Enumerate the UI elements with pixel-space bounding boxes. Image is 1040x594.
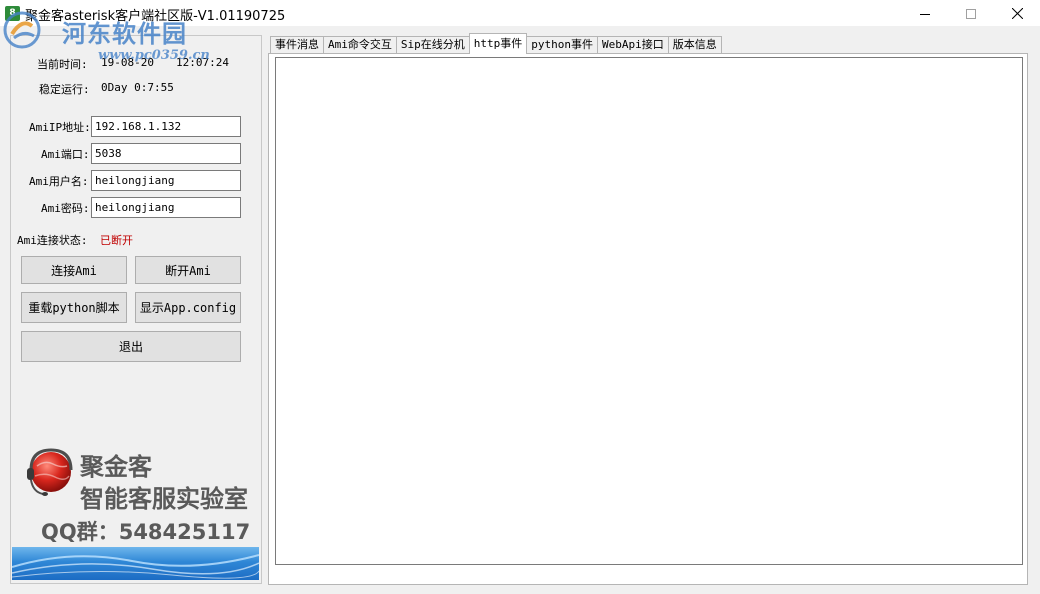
banner-wave-graphic [12,554,259,579]
disconnect-ami-button[interactable]: 断开Ami [135,256,241,284]
ami-ip-label: AmiIP地址: [29,121,91,134]
show-config-button[interactable]: 显示App.config [135,292,241,323]
current-time-value: 12:07:24 [176,56,229,69]
client-area: 当前时间: 19-08-20 12:07:24 稳定运行: 0Day 0:7:5… [0,27,1040,594]
globe-headset-icon [27,448,73,496]
exit-button[interactable]: 退出 [21,331,241,362]
ami-username-label: Ami用户名: [29,175,89,188]
maximize-icon [966,8,976,19]
minimize-button[interactable] [902,0,948,27]
tab-bar: 事件消息 Ami命令交互 Sip在线分机 http事件 python事件 Web… [270,33,722,54]
ami-username-input[interactable]: heilongjiang [91,170,241,191]
current-time-label: 当前时间: [37,58,88,71]
tab-ami-command[interactable]: Ami命令交互 [323,36,397,54]
connection-panel: 当前时间: 19-08-20 12:07:24 稳定运行: 0Day 0:7:5… [10,35,262,584]
connect-ami-button[interactable]: 连接Ami [21,256,127,284]
ami-password-input[interactable]: heilongjiang [91,197,241,218]
uptime-label: 稳定运行: [39,83,90,96]
close-button[interactable] [994,0,1040,27]
tab-webapi[interactable]: WebApi接口 [597,36,669,54]
http-events-log[interactable] [275,57,1023,565]
window-title: 聚金客asterisk客户端社区版-V1.01190725 [25,9,286,24]
minimize-icon [920,13,930,15]
app-icon: 8 [5,6,20,21]
tab-http-events[interactable]: http事件 [468,33,528,54]
tab-version-info[interactable]: 版本信息 [667,36,722,54]
tab-sip-online-extensions[interactable]: Sip在线分机 [395,36,470,54]
ami-password-label: Ami密码: [41,202,90,215]
brand-qq-group: QQ群：548425117 [41,520,251,544]
tab-python-events[interactable]: python事件 [526,36,598,54]
reload-python-button[interactable]: 重载python脚本 [21,292,127,323]
title-bar: 8 聚金客asterisk客户端社区版-V1.01190725 [0,0,1040,27]
current-date-value: 19-08-20 [101,56,154,69]
connection-status-label: Ami连接状态: [17,234,88,247]
brand-banner [12,547,259,580]
http-events-panel [268,53,1028,585]
ami-ip-input[interactable]: 192.168.1.132 [91,116,241,137]
brand-tagline: 智能客服实验室 [80,485,248,513]
uptime-value: 0Day 0:7:55 [101,81,174,94]
close-icon [1011,8,1023,19]
brand-name: 聚金客 [80,453,152,481]
maximize-button[interactable] [948,0,994,27]
ami-port-label: Ami端口: [41,148,90,161]
connection-status-value: 已断开 [100,234,133,247]
ami-port-input[interactable]: 5038 [91,143,241,164]
tab-event-messages[interactable]: 事件消息 [270,36,324,54]
